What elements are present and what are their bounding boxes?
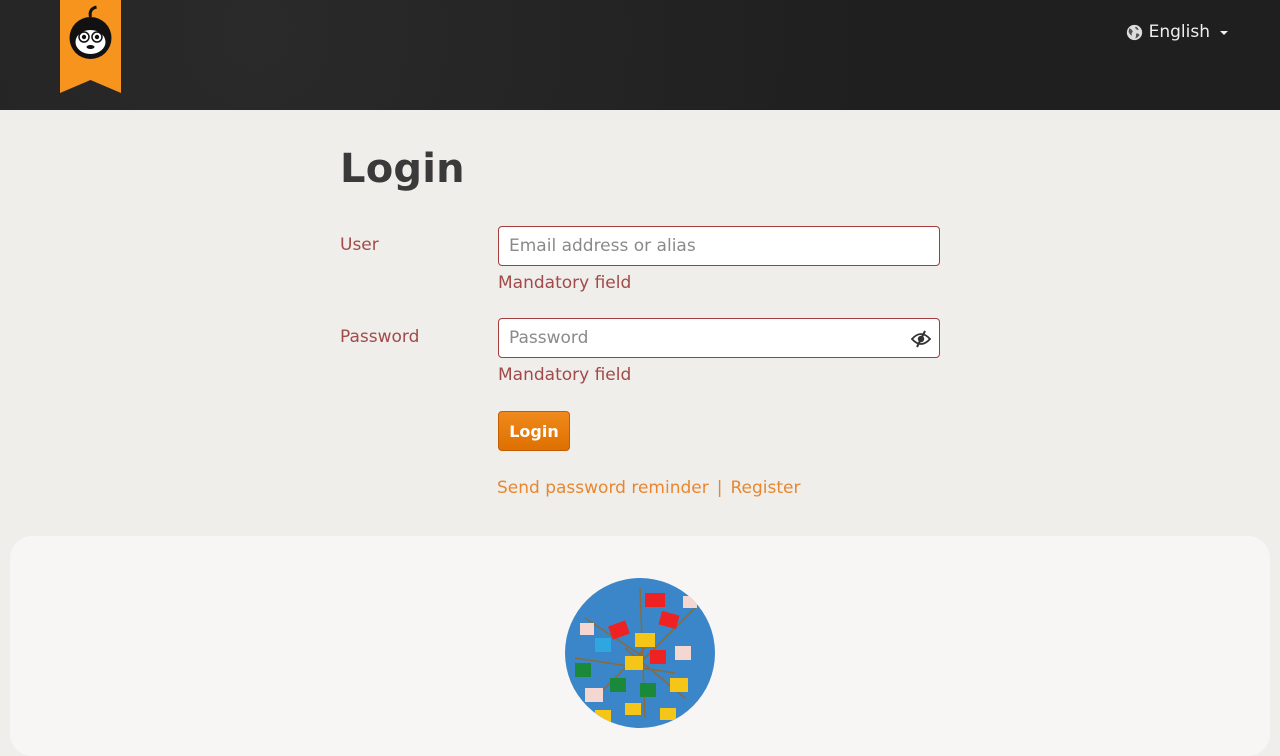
user-error: Mandatory field	[498, 273, 632, 293]
password-label: Password	[340, 327, 420, 347]
globe-icon	[1126, 24, 1142, 40]
eye-slash-icon[interactable]	[911, 329, 931, 349]
login-button[interactable]: Login	[498, 411, 570, 451]
language-label: English	[1148, 22, 1210, 42]
link-separator: |	[716, 478, 723, 498]
info-panel	[10, 536, 1270, 756]
monkey-logo-icon	[60, 0, 121, 93]
register-link[interactable]: Register	[730, 478, 800, 498]
login-page: Login User Mandatory field Password Mand…	[0, 110, 1280, 756]
logo[interactable]	[60, 0, 121, 93]
user-input[interactable]	[499, 227, 939, 265]
user-field	[498, 226, 940, 266]
send-password-reminder-link[interactable]: Send password reminder	[497, 478, 709, 498]
password-input[interactable]	[499, 319, 939, 357]
user-label: User	[340, 235, 379, 255]
language-selector[interactable]: English	[1126, 22, 1228, 42]
auth-links: Send password reminder | Register	[497, 478, 800, 498]
pins-image	[565, 578, 715, 728]
caret-down-icon	[1220, 31, 1228, 35]
page-title: Login	[340, 146, 465, 192]
top-navbar: English	[0, 0, 1280, 110]
password-error: Mandatory field	[498, 365, 632, 385]
password-field	[498, 318, 940, 358]
